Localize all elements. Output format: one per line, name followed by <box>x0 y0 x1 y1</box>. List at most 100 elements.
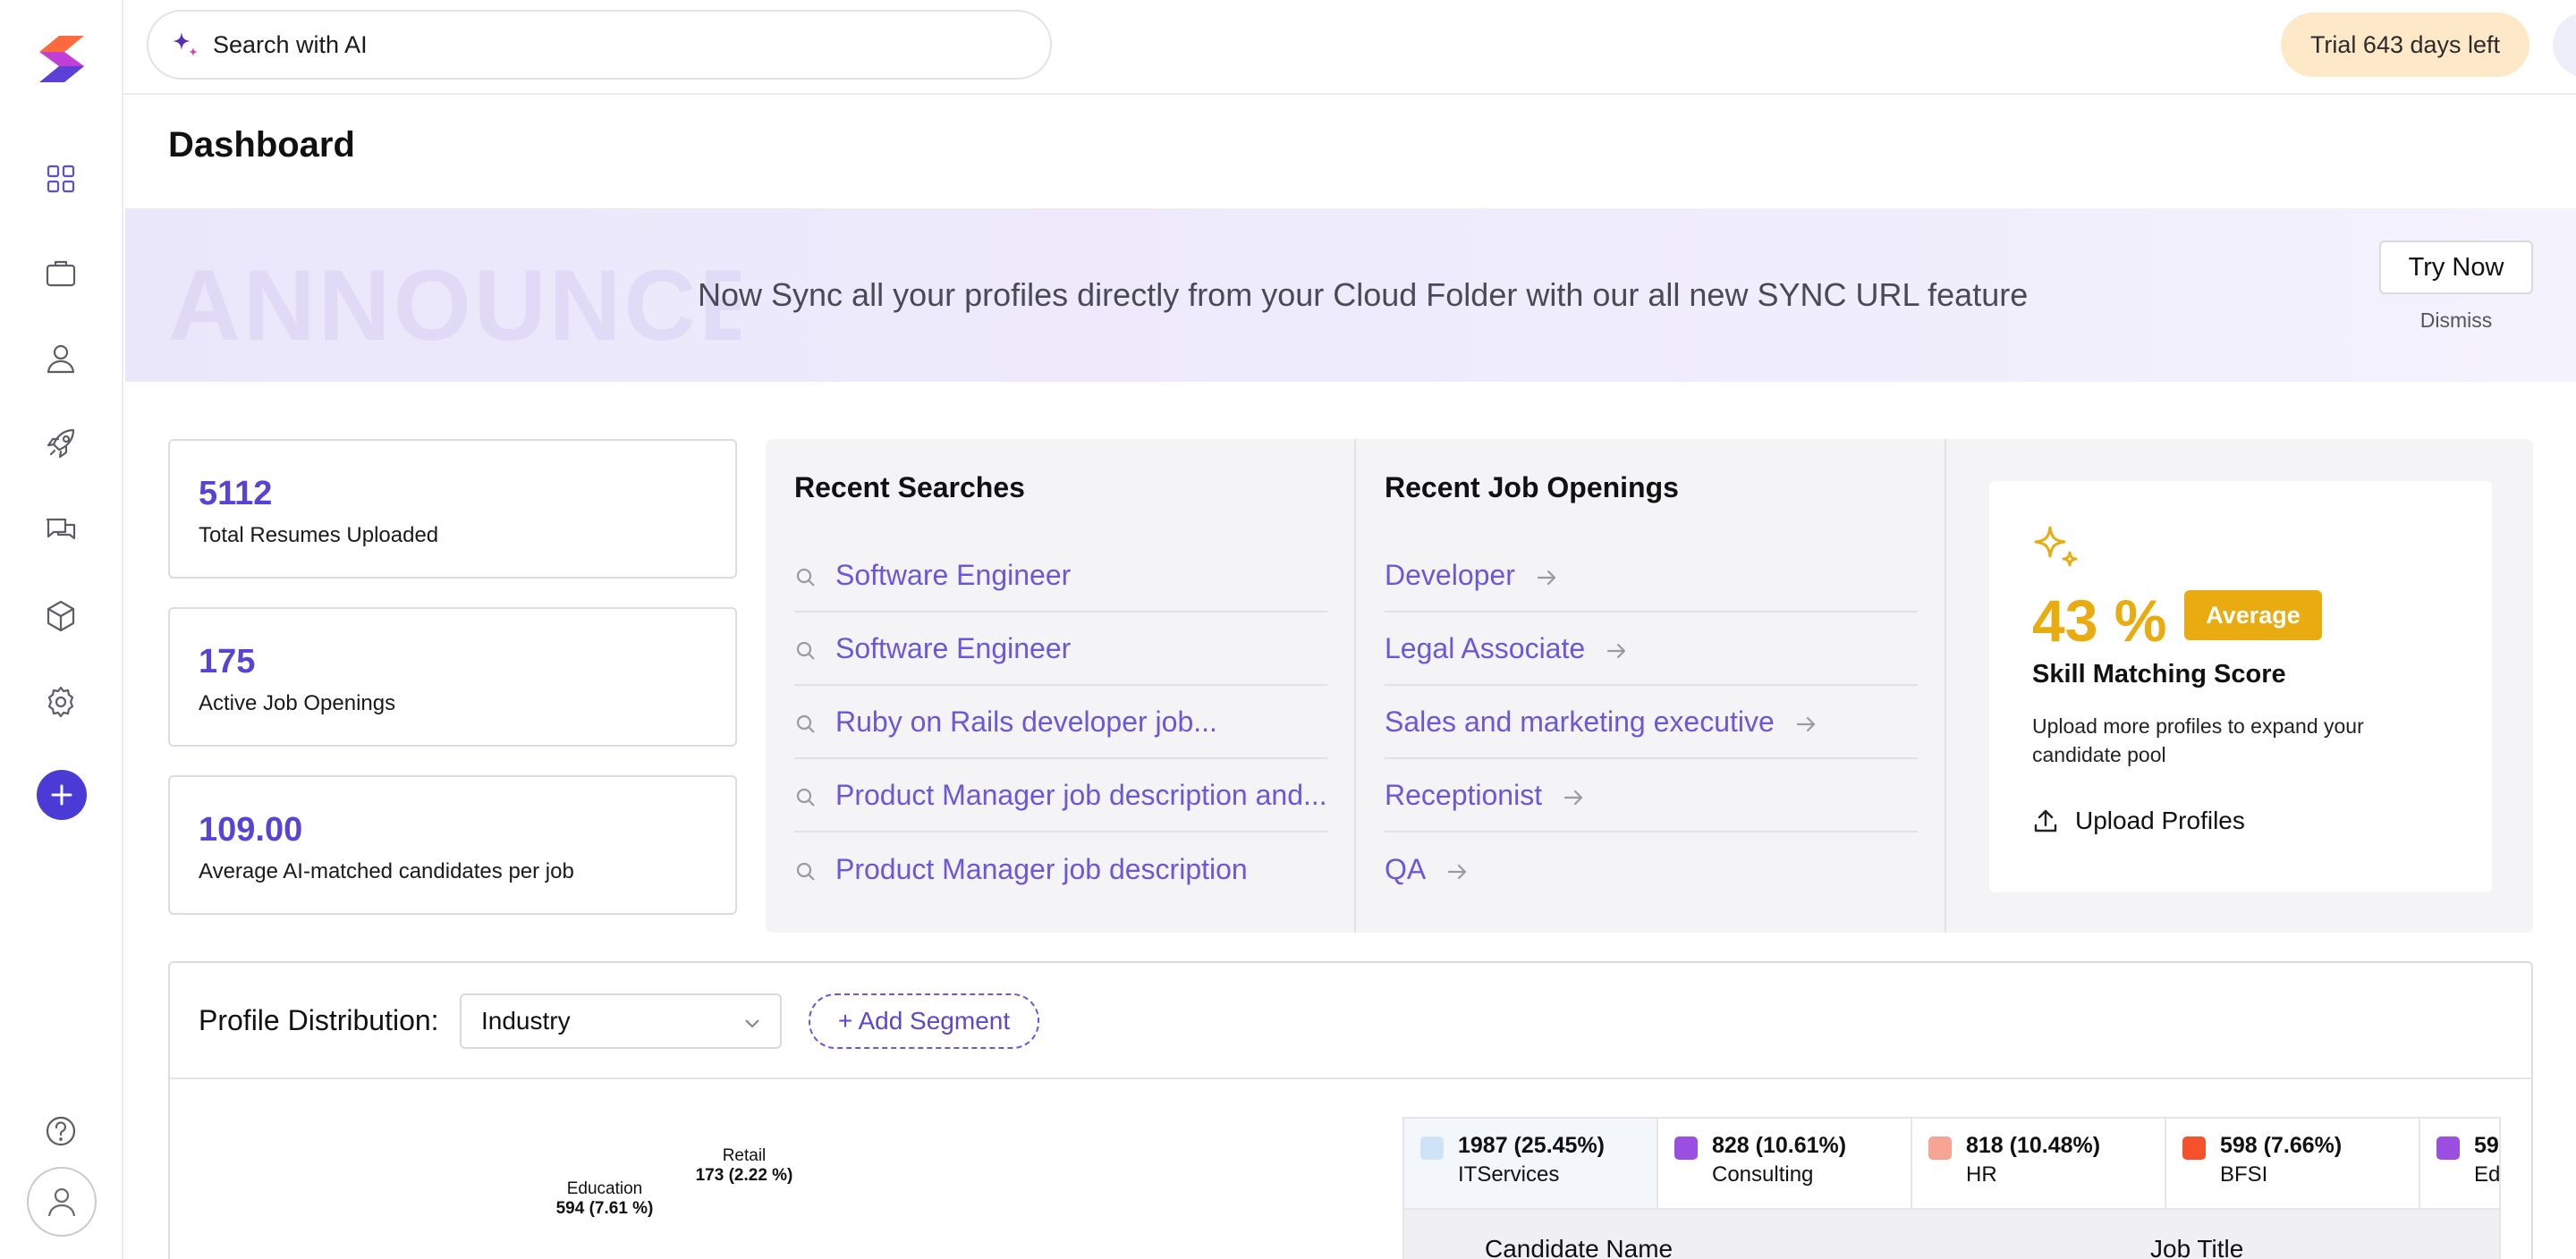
upload-profiles-button[interactable]: Upload Profiles <box>2032 807 2245 835</box>
job-opening-item[interactable]: Sales and marketing executive <box>1385 686 1918 759</box>
distribution-legend: 1987 (25.45%) ITServices 828 (10.61%) Co… <box>1402 1117 2501 1208</box>
announcement-text: Now Sync all your profiles directly from… <box>698 276 2029 313</box>
profile-distribution-panel: Profile Distribution: Industry + Add Seg… <box>168 961 2533 1259</box>
recent-searches: Recent Searches Software Engineer Softwa… <box>766 439 1356 933</box>
arrow-right-icon <box>1605 637 1628 660</box>
skill-matching-card: 43 % Average Skill Matching Score Upload… <box>1989 481 2492 892</box>
coins-balance[interactable]: 87 <box>2553 13 2576 77</box>
skill-score-description: Upload more profiles to expand your cand… <box>2032 714 2364 766</box>
rocket-icon[interactable] <box>39 423 82 466</box>
arrow-right-icon <box>1445 858 1469 881</box>
search-icon <box>794 858 818 881</box>
sparkle-icon <box>173 32 198 56</box>
settings-icon[interactable] <box>39 680 82 723</box>
segment-select[interactable]: Industry <box>460 993 782 1049</box>
pie-label-name: Retail <box>722 1146 767 1165</box>
add-button[interactable] <box>37 770 87 820</box>
stat-card-resumes: 5112 Total Resumes Uploaded <box>168 439 737 579</box>
dismiss-link[interactable]: Dismiss <box>2379 308 2533 333</box>
arrow-right-icon <box>1535 563 1558 587</box>
column-header-job-title[interactable]: Job Title <box>2150 1235 2243 1259</box>
pie-label-education: Education 594 (7.61 %) <box>528 1179 682 1219</box>
recent-jobs-title: Recent Job Openings <box>1385 471 1679 503</box>
top-bar: Search with AI Trial 643 days left 87 <box>123 0 2576 95</box>
announcement-banner: ANNOUNCEMENT Now Sync all your profiles … <box>125 208 2576 382</box>
stat-value: 109.00 <box>199 811 303 849</box>
stat-label: Total Resumes Uploaded <box>199 523 439 547</box>
try-now-button[interactable]: Try Now <box>2379 241 2533 294</box>
legend-name: BFSI <box>2220 1162 2268 1187</box>
job-opening-label: Sales and marketing executive <box>1385 705 1775 738</box>
legend-name: ITServices <box>1458 1162 1560 1187</box>
chat-icon[interactable] <box>39 509 82 552</box>
recent-search-item[interactable]: Product Manager job description and... <box>794 759 1327 832</box>
upload-icon <box>2034 809 2057 832</box>
recent-search-label: Software Engineer <box>835 558 1072 591</box>
pie-label-value: 173 (2.22 %) <box>695 1166 793 1185</box>
legend-item[interactable]: 598 (7.66%) BFSI <box>2166 1119 2420 1208</box>
recent-search-item[interactable]: Software Engineer <box>794 613 1327 686</box>
job-opening-item[interactable]: Legal Associate <box>1385 613 1918 686</box>
skill-score-badge: Average <box>2184 590 2322 640</box>
stat-card-avg-matched: 109.00 Average AI-matched candidates per… <box>168 775 737 915</box>
job-opening-item[interactable]: QA <box>1385 832 1918 906</box>
trial-badge[interactable]: Trial 643 days left <box>2281 13 2529 77</box>
recent-search-item[interactable]: Ruby on Rails developer job... <box>794 686 1327 759</box>
recent-search-label: Software Engineer <box>835 631 1072 664</box>
recent-search-label: Ruby on Rails developer job... <box>835 705 1217 738</box>
column-header-candidate-name[interactable]: Candidate Name <box>1485 1235 1673 1259</box>
chevron-down-icon <box>745 1019 759 1028</box>
legend-value: 598 (7.66%) <box>2220 1133 2343 1158</box>
pie-label-retail: Retail 173 (2.22 %) <box>667 1146 821 1186</box>
sidebar <box>0 0 123 1259</box>
stat-value: 175 <box>199 643 256 680</box>
arrow-right-icon <box>1562 783 1585 807</box>
search-placeholder: Search with AI <box>213 30 368 58</box>
stat-label: Average AI-matched candidates per job <box>199 859 574 883</box>
recent-searches-title: Recent Searches <box>794 471 1025 503</box>
pie-label-name: Education <box>566 1179 643 1198</box>
skill-score-title: Skill Matching Score <box>2032 660 2286 689</box>
skill-score-percent: 43 % <box>2032 587 2167 654</box>
search-icon <box>794 563 818 587</box>
legend-swatch <box>1928 1136 1952 1160</box>
search-icon <box>794 637 818 660</box>
job-opening-item[interactable]: Developer <box>1385 539 1918 613</box>
legend-value: 1987 (25.45%) <box>1458 1133 1606 1158</box>
job-opening-label: QA <box>1385 852 1427 885</box>
user-icon[interactable] <box>39 337 82 380</box>
search-input[interactable]: Search with AI <box>147 10 1052 80</box>
legend-swatch <box>2182 1136 2206 1160</box>
job-opening-label: Receptionist <box>1385 778 1543 811</box>
briefcase-icon[interactable] <box>39 251 82 294</box>
legend-name: Consulting <box>1712 1162 1814 1187</box>
segment-select-value: Industry <box>481 1007 571 1035</box>
candidate-table-header: Candidate Name Job Title <box>1402 1208 2501 1259</box>
stat-label: Active Job Openings <box>199 691 396 715</box>
job-opening-item[interactable]: Receptionist <box>1385 759 1918 832</box>
page-title: Dashboard <box>168 125 355 165</box>
legend-swatch <box>1674 1136 1698 1160</box>
add-segment-button[interactable]: + Add Segment <box>809 993 1039 1049</box>
legend-value: 59 <box>2474 1133 2499 1158</box>
stat-value: 5112 <box>199 475 273 512</box>
recent-search-item[interactable]: Product Manager job description <box>794 832 1327 906</box>
legend-item[interactable]: 1987 (25.45%) ITServices <box>1404 1119 1658 1208</box>
legend-value: 828 (10.61%) <box>1712 1133 1847 1158</box>
job-opening-label: Developer <box>1385 558 1515 591</box>
recent-job-openings: Recent Job Openings Developer Legal Asso… <box>1356 439 1946 933</box>
help-icon[interactable] <box>39 1110 82 1153</box>
legend-item[interactable]: 59 Ed <box>2420 1119 2503 1208</box>
legend-item[interactable]: 818 (10.48%) HR <box>1912 1119 2166 1208</box>
arrow-right-icon <box>1794 710 1818 733</box>
recent-search-label: Product Manager job description <box>835 852 1248 885</box>
upload-profiles-label: Upload Profiles <box>2075 807 2245 834</box>
cube-icon[interactable] <box>39 595 82 638</box>
recent-search-item[interactable]: Software Engineer <box>794 539 1327 613</box>
profile-distribution-label: Profile Distribution: <box>199 1004 439 1036</box>
app-logo[interactable] <box>32 32 91 86</box>
avatar[interactable] <box>27 1167 97 1237</box>
legend-item[interactable]: 828 (10.61%) Consulting <box>1658 1119 1912 1208</box>
dashboard-icon[interactable] <box>39 157 82 200</box>
recent-search-label: Product Manager job description and... <box>835 778 1327 811</box>
